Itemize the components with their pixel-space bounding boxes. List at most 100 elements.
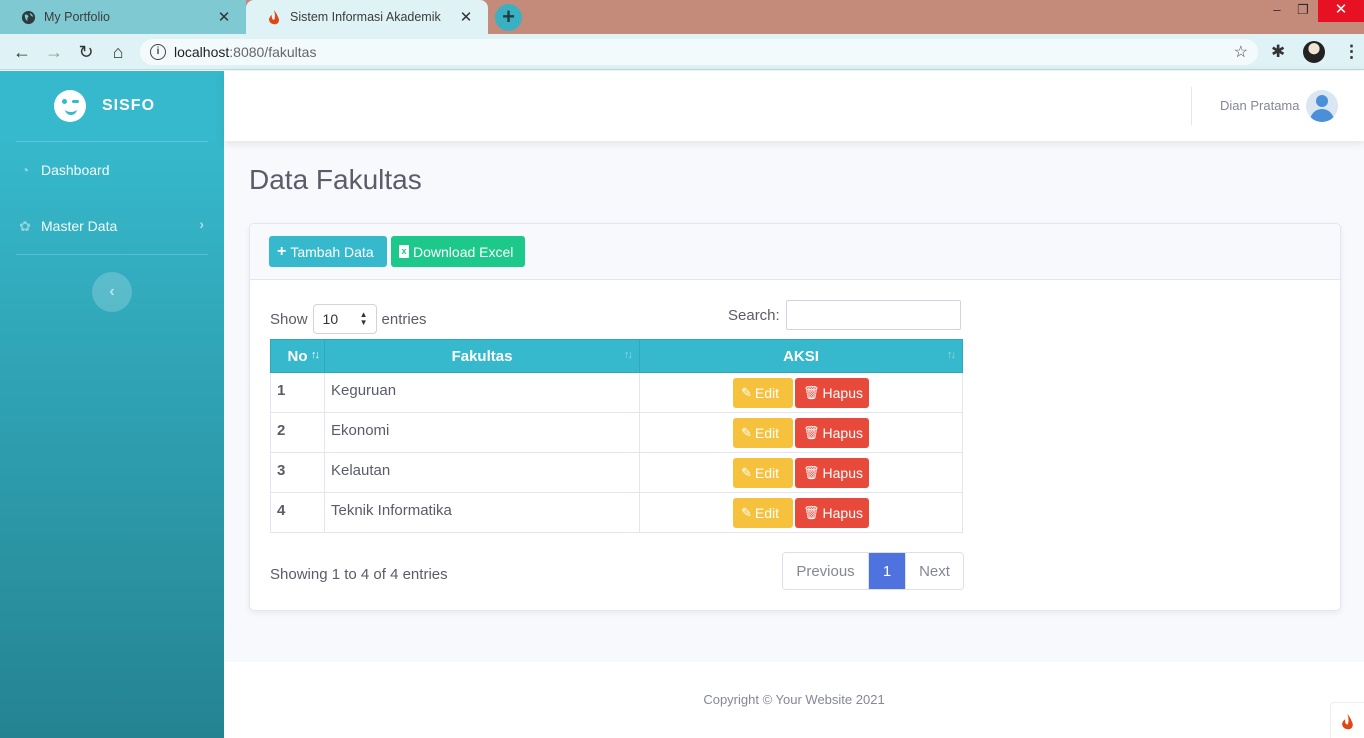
sort-icon: ↑↓: [624, 349, 633, 361]
browser-tab-my-portfolio[interactable]: My Portfolio ✕: [0, 0, 246, 34]
user-name[interactable]: Dian Pratama: [1220, 98, 1299, 113]
browser-tab-sisfo[interactable]: Sistem Informasi Akademik ✕: [246, 0, 488, 34]
data-card: + Tambah Data x Download Excel Show 10 ▲…: [249, 223, 1341, 611]
edit-label: Edit: [754, 425, 780, 441]
sidebar-item-label: Master Data: [41, 218, 118, 234]
brand-text: SISFO: [102, 97, 156, 114]
site-info-icon[interactable]: i: [150, 44, 166, 60]
bookmark-star-icon[interactable]: ☆: [1234, 42, 1248, 62]
cell-fakultas: Ekonomi: [324, 412, 640, 453]
browser-tab-strip: My Portfolio ✕ Sistem Informasi Akademik…: [0, 0, 1364, 34]
page-length-value: 10: [322, 311, 339, 327]
laugh-wink-icon: [54, 90, 86, 122]
new-tab-button[interactable]: +: [495, 4, 522, 31]
sidebar: SISFO ◔ Dashboard ✿ Master Data › ‹: [0, 71, 224, 738]
footer: Copyright © Your Website 2021: [224, 662, 1364, 738]
delete-button[interactable]: 🗑 Hapus: [795, 378, 869, 408]
pagination-page-current[interactable]: 1: [869, 553, 905, 589]
delete-label: Hapus: [822, 385, 863, 401]
window-close-button[interactable]: ✕: [1318, 0, 1364, 22]
table-header-row: No ↑↓ Fakultas ↑↓ AKSI ↑↓: [270, 339, 963, 373]
topbar: Dian Pratama: [224, 71, 1364, 141]
back-arrow-icon[interactable]: ←: [10, 40, 34, 64]
cell-fakultas: Teknik Informatika: [324, 492, 640, 533]
plus-icon: +: [277, 242, 287, 260]
delete-button[interactable]: 🗑 Hapus: [795, 418, 869, 448]
fakultas-table: No ↑↓ Fakultas ↑↓ AKSI ↑↓ 1 Keguruan ✎ Edit 🗑…: [270, 339, 963, 533]
home-icon[interactable]: ⌂: [106, 40, 130, 64]
url-path: :8080/fakultas: [229, 44, 317, 60]
address-bar[interactable]: i localhost:8080/fakultas ☆: [140, 39, 1258, 65]
column-header-label: AKSI: [783, 347, 819, 365]
extensions-puzzle-icon[interactable]: ✱: [1271, 42, 1285, 62]
table-row: 2 Ekonomi ✎ Edit 🗑 Hapus: [270, 412, 963, 453]
column-header-no[interactable]: No ↑↓: [270, 339, 325, 373]
delete-button[interactable]: 🗑 Hapus: [795, 458, 869, 488]
delete-label: Hapus: [822, 425, 863, 441]
card-header: + Tambah Data x Download Excel: [250, 224, 1340, 280]
pencil-icon: ✎: [741, 505, 752, 520]
column-header-label: No: [287, 347, 308, 365]
file-excel-icon: x: [399, 245, 409, 258]
close-icon[interactable]: ✕: [458, 8, 474, 26]
search-label: Search:: [728, 306, 780, 324]
delete-button[interactable]: 🗑 Hapus: [795, 498, 869, 528]
edit-button[interactable]: ✎ Edit: [733, 418, 793, 448]
pagination-previous[interactable]: Previous: [783, 553, 869, 589]
page-length-select[interactable]: 10 ▲ ▼: [312, 304, 377, 334]
edit-button[interactable]: ✎ Edit: [733, 458, 793, 488]
delete-label: Hapus: [822, 465, 863, 481]
sidebar-item-dashboard[interactable]: ◔ Dashboard: [0, 142, 224, 198]
download-excel-label: Download Excel: [413, 243, 514, 260]
minimize-button[interactable]: –: [1264, 0, 1290, 22]
cog-icon: ✿: [19, 217, 31, 234]
column-header-label: Fakultas: [451, 347, 513, 365]
sidebar-toggle-button[interactable]: ‹: [92, 272, 132, 312]
sidebar-brand[interactable]: SISFO: [0, 71, 224, 141]
cell-fakultas: Kelautan: [324, 452, 640, 493]
browser-profile-avatar[interactable]: [1303, 41, 1325, 63]
maximize-button[interactable]: ❐: [1290, 0, 1316, 22]
entries-label: entries: [381, 310, 427, 328]
search-control: Search:: [728, 300, 961, 330]
cell-fakultas: Keguruan: [324, 372, 640, 413]
url-host: localhost: [174, 44, 230, 60]
delete-label: Hapus: [822, 505, 863, 521]
download-excel-button[interactable]: x Download Excel: [391, 236, 525, 267]
show-label: Show: [270, 310, 308, 328]
chevron-right-icon: ›: [199, 216, 204, 232]
search-input[interactable]: [785, 300, 961, 330]
cell-actions: ✎ Edit 🗑 Hapus: [639, 412, 963, 453]
kebab-menu-icon[interactable]: ⋮: [1343, 42, 1360, 62]
cell-actions: ✎ Edit 🗑 Hapus: [639, 492, 963, 533]
reload-icon[interactable]: ↻: [74, 40, 98, 64]
edit-button[interactable]: ✎ Edit: [733, 378, 793, 408]
sort-icon: ↑↓: [947, 349, 956, 361]
column-header-fakultas[interactable]: Fakultas ↑↓: [324, 339, 640, 373]
cell-no: 4: [270, 492, 325, 533]
tachometer-icon: ◔: [20, 162, 30, 178]
tab-title: My Portfolio: [44, 10, 110, 24]
cell-no: 1: [270, 372, 325, 413]
cell-actions: ✎ Edit 🗑 Hapus: [639, 372, 963, 413]
table-row: 3 Kelautan ✎ Edit 🗑 Hapus: [270, 452, 963, 493]
user-avatar[interactable]: [1306, 90, 1338, 122]
pagination: Previous 1 Next: [782, 552, 964, 590]
forward-arrow-icon[interactable]: →: [42, 40, 66, 64]
sidebar-item-master-data[interactable]: ✿ Master Data ›: [0, 198, 224, 254]
cell-actions: ✎ Edit 🗑 Hapus: [639, 452, 963, 493]
pagination-next[interactable]: Next: [905, 553, 963, 589]
codeigniter-debug-toolbar-icon[interactable]: [1330, 702, 1364, 738]
tab-title: Sistem Informasi Akademik: [290, 10, 441, 24]
column-header-aksi[interactable]: AKSI ↑↓: [639, 339, 963, 373]
add-data-label: Tambah Data: [290, 243, 374, 260]
codeigniter-flame-icon: [266, 9, 282, 25]
edit-label: Edit: [754, 505, 780, 521]
cell-no: 3: [270, 452, 325, 493]
browser-toolbar: ← → ↻ ⌂ i localhost:8080/fakultas ☆ ✱ ⋮: [0, 34, 1364, 70]
close-icon[interactable]: ✕: [216, 8, 232, 26]
edit-button[interactable]: ✎ Edit: [733, 498, 793, 528]
add-data-button[interactable]: + Tambah Data: [269, 236, 387, 267]
page-title: Data Fakultas: [249, 164, 422, 195]
table-row: 1 Keguruan ✎ Edit 🗑 Hapus: [270, 372, 963, 413]
